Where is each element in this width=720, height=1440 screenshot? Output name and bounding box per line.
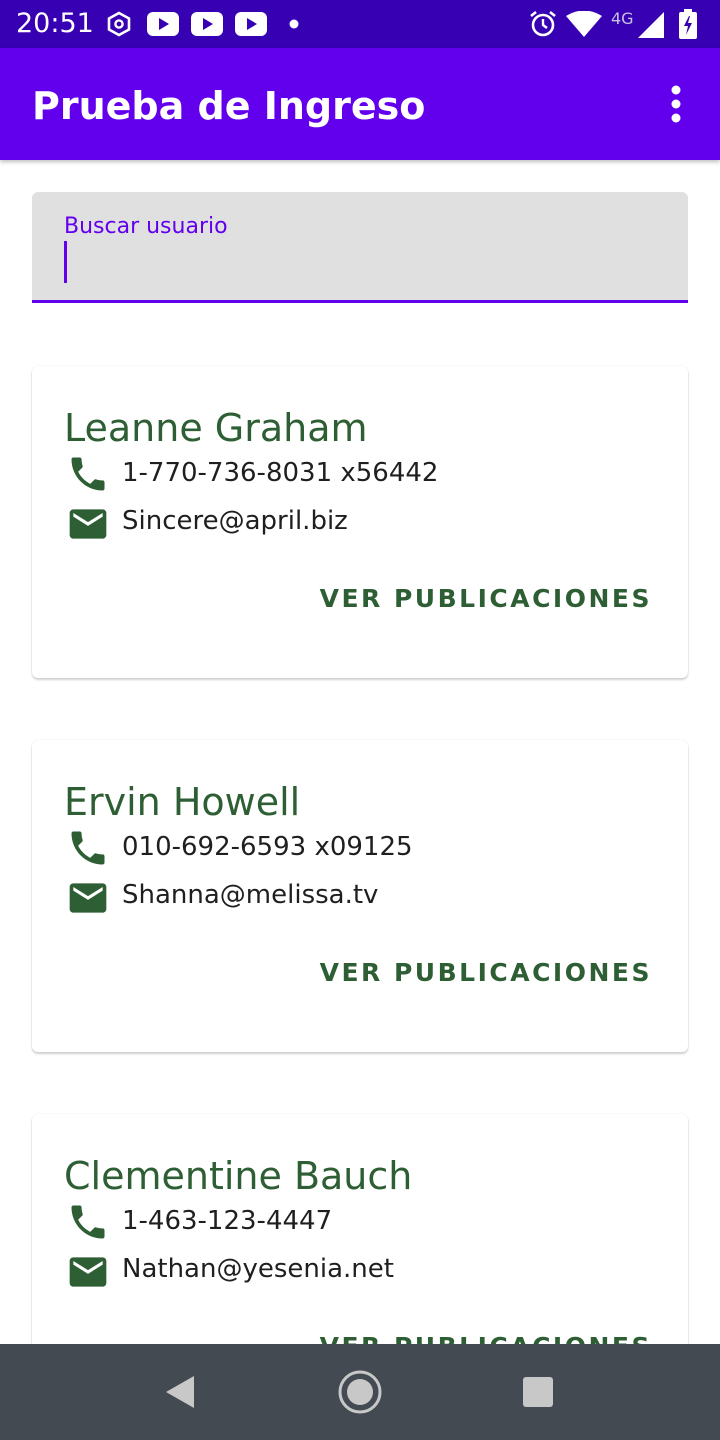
phone-icon (71, 831, 105, 865)
system-nav-bar (0, 1344, 720, 1440)
home-icon[interactable] (336, 1368, 384, 1416)
email-icon (69, 509, 107, 539)
email-icon (69, 1257, 107, 1287)
status-time: 20:51 (16, 8, 94, 39)
user-phone: 1-770-736-8031 x56442 (122, 458, 439, 488)
user-card: Leanne Graham 1-770-736-8031 x56442 Sinc… (32, 366, 688, 678)
battery-icon (679, 9, 697, 39)
more-vert-icon[interactable] (656, 82, 696, 126)
youtube-icon (147, 12, 179, 36)
wifi-icon (566, 11, 602, 37)
user-card: Ervin Howell 010-692-6593 x09125 Shanna@… (32, 740, 688, 1052)
ver-publicaciones-button[interactable]: VER PUBLICACIONES (282, 942, 652, 1002)
phone-icon (71, 457, 105, 491)
app-title: Prueba de Ingreso (32, 84, 426, 128)
user-email: Shanna@melissa.tv (122, 880, 379, 910)
back-icon[interactable] (156, 1368, 204, 1416)
user-phone: 010-692-6593 x09125 (122, 832, 413, 862)
hexagon-settings-icon (107, 11, 131, 37)
search-label: Buscar usuario (64, 214, 228, 239)
user-name: Clementine Bauch (64, 1154, 413, 1198)
search-input[interactable] (64, 240, 654, 280)
app-bar: Prueba de Ingreso (0, 48, 720, 160)
email-icon (69, 883, 107, 913)
youtube-icon (235, 12, 267, 36)
status-bar: 20:51 4G (0, 0, 720, 48)
user-email: Nathan@yesenia.net (122, 1254, 394, 1284)
alarm-icon (530, 10, 556, 37)
user-name: Leanne Graham (64, 406, 368, 450)
user-phone: 1-463-123-4447 (122, 1206, 333, 1236)
youtube-icon (191, 12, 223, 36)
signal-icon (638, 12, 664, 38)
search-field[interactable]: Buscar usuario (32, 192, 688, 303)
network-type-label: 4G (611, 9, 634, 28)
text-cursor (64, 241, 67, 283)
ver-publicaciones-button[interactable]: VER PUBLICACIONES (282, 568, 652, 628)
user-email: Sincere@april.biz (122, 506, 348, 536)
recents-icon[interactable] (514, 1368, 562, 1416)
user-name: Ervin Howell (64, 780, 301, 824)
phone-icon (71, 1205, 105, 1239)
dot-icon (289, 19, 299, 29)
